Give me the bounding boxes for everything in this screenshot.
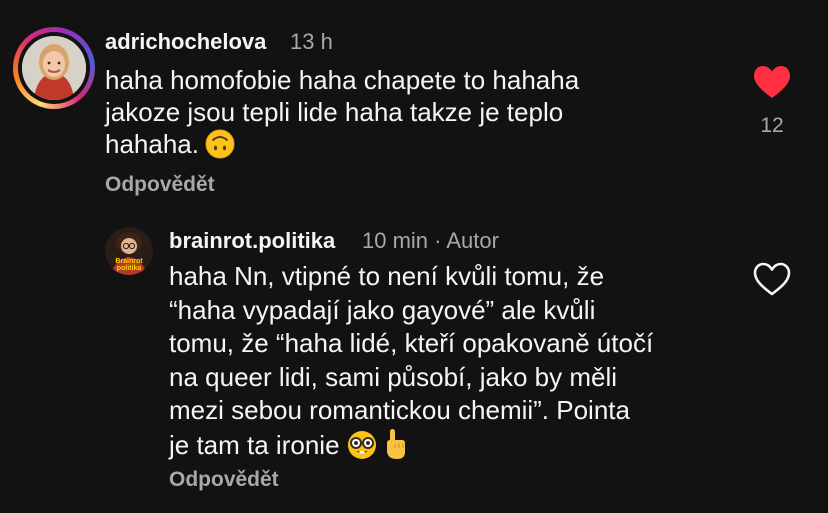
comment-line: je tam ta ironie (169, 429, 340, 460)
comment-line-last: je tam ta ironie (169, 428, 729, 463)
comment-line: haha homofobie haha chapete to hahaha (105, 65, 580, 95)
timestamp: 10 min · Autor (362, 228, 499, 253)
avatar-ring-gap (18, 32, 90, 104)
comment-line-last: hahaha. (105, 128, 665, 160)
heart-outline-icon[interactable] (752, 261, 792, 297)
pointing-up-hand-icon (386, 428, 405, 459)
comment-line: mezi sebou romantickou chemii”. Pointa (169, 395, 630, 425)
nerd-face-icon (347, 430, 376, 459)
avatar-story-ring[interactable] (13, 27, 95, 109)
timestamp: 13 h (290, 29, 333, 54)
comment-line: “haha vypadají jako gayové” ale kvůli (169, 294, 596, 325)
username[interactable]: adrichochelova (105, 29, 266, 55)
comment-line: haha Nn, vtipné to není kvůli tomu, že (169, 261, 605, 291)
avatar-logo-text: politika (117, 265, 142, 272)
avatar-photo (22, 36, 86, 100)
comment-line: jakoze jsou tepli lide haha takze je tep… (105, 97, 564, 127)
username[interactable]: brainrot.politika (169, 228, 335, 254)
comment: adrichochelova 13 h haha homofobie haha … (0, 0, 828, 210)
comment-text: haha Nn, vtipné to není kvůli tomu, že “… (169, 260, 729, 462)
like-count: 12 (760, 114, 784, 137)
comment-text: haha homofobie haha chapete to hahaha ja… (105, 64, 665, 160)
upside-down-face-icon (205, 129, 235, 159)
reply-button[interactable]: Odpovědět (169, 468, 279, 492)
avatar-logo: Brainrot politika (105, 227, 153, 275)
comment-line: hahaha. (105, 129, 199, 159)
reply-button[interactable]: Odpovědět (105, 173, 215, 197)
reply-comment: Brainrot politika brainrot.politika 10 m… (0, 210, 828, 513)
heart-filled-icon[interactable] (752, 64, 792, 100)
comment-line: tomu, že “haha lidé, kteří opakovaně úto… (169, 328, 654, 358)
avatar-logo-text: Brainrot (115, 258, 143, 265)
comment-line: na queer lidi, sami působí, jako by měli (169, 361, 618, 392)
avatar[interactable]: Brainrot politika (105, 227, 153, 275)
avatar (22, 36, 86, 100)
